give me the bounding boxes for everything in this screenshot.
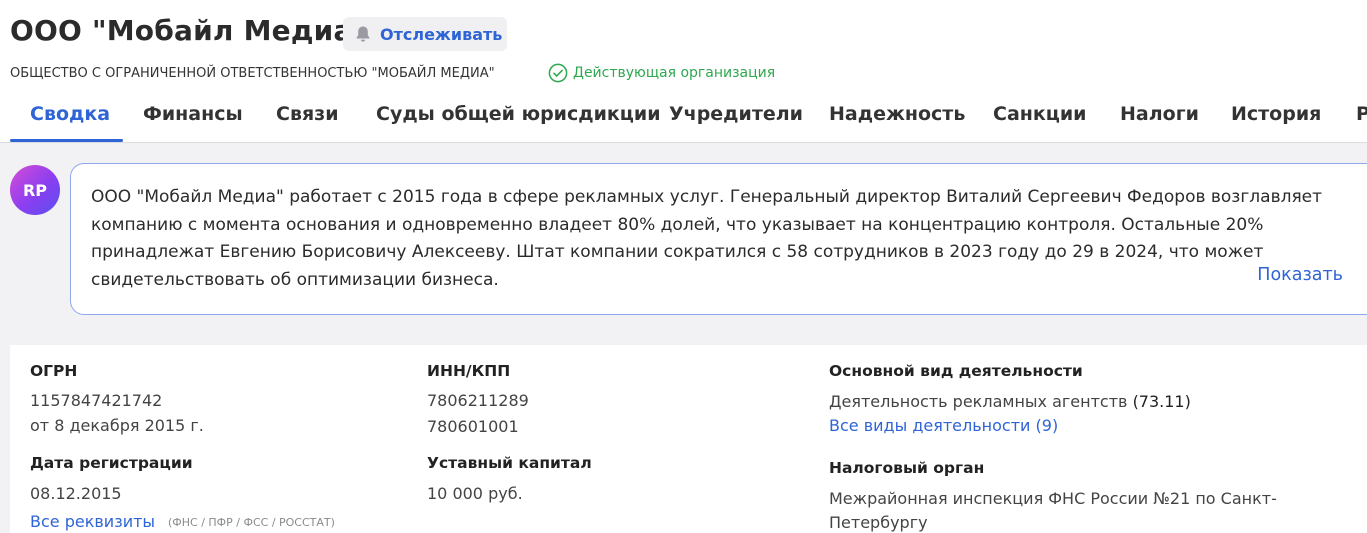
track-button[interactable]: Отслеживать bbox=[343, 17, 507, 51]
tab-founders[interactable]: Учредители bbox=[669, 103, 803, 125]
ogrn-date: от 8 декабря 2015 г. bbox=[30, 416, 204, 435]
track-label: Отслеживать bbox=[380, 24, 503, 44]
tab-sanctions[interactable]: Санкции bbox=[993, 103, 1087, 125]
check-circle-icon bbox=[548, 63, 568, 83]
show-more-link[interactable]: Показать bbox=[1257, 265, 1343, 285]
activity-value: Деятельность рекламных агентств bbox=[829, 392, 1128, 411]
ogrn-label: ОГРН bbox=[30, 362, 78, 380]
tax-authority-label: Налоговый орган bbox=[829, 459, 985, 477]
assistant-avatar: RP bbox=[10, 165, 60, 215]
inn-kpp-label: ИНН/КПП bbox=[427, 362, 511, 380]
capital-value: 10 000 руб. bbox=[427, 484, 523, 503]
tab-connections[interactable]: Связи bbox=[276, 103, 339, 125]
inn-value: 7806211289 bbox=[427, 391, 529, 410]
tax-authority-line1: Межрайонная инспекция ФНС России №21 по … bbox=[829, 489, 1277, 508]
active-tab-indicator bbox=[10, 139, 123, 142]
capital-label: Уставный капитал bbox=[427, 454, 592, 472]
activity-label: Основной вид деятельности bbox=[829, 362, 1083, 380]
all-activities-link[interactable]: Все виды деятельности (9) bbox=[829, 416, 1058, 435]
activity-row: Деятельность рекламных агентств (73.11) bbox=[829, 392, 1191, 411]
ogrn-value: 1157847421742 bbox=[30, 391, 163, 410]
tab-courts[interactable]: Суды общей юрисдикции bbox=[376, 103, 661, 125]
status-badge: Действующая организация bbox=[548, 63, 775, 83]
details-sources: (ФНС / ПФР / ФСС / РОССТАТ) bbox=[168, 516, 335, 529]
tab-reliability[interactable]: Надежность bbox=[829, 103, 965, 125]
tab-more[interactable]: Р bbox=[1356, 103, 1367, 125]
company-full-name: ОБЩЕСТВО С ОГРАНИЧЕННОЙ ОТВЕТСТВЕННОСТЬЮ… bbox=[10, 66, 495, 81]
status-label: Действующая организация bbox=[573, 65, 776, 81]
tab-summary[interactable]: Сводка bbox=[30, 103, 110, 125]
tab-finance[interactable]: Финансы bbox=[143, 103, 243, 125]
kpp-value: 780601001 bbox=[427, 417, 519, 436]
company-header: ООО "Мобайл Медиа" Отслеживать ОБЩЕСТВО … bbox=[0, 0, 1367, 143]
tab-history[interactable]: История bbox=[1231, 103, 1321, 125]
reg-date-value: 08.12.2015 bbox=[30, 484, 122, 503]
summary-text: ООО "Мобайл Медиа" работает с 2015 года … bbox=[91, 187, 1323, 290]
activity-code: (73.11) bbox=[1132, 392, 1191, 411]
bell-icon bbox=[354, 25, 372, 43]
ai-summary-card: ООО "Мобайл Медиа" работает с 2015 года … bbox=[70, 163, 1367, 315]
reg-date-label: Дата регистрации bbox=[30, 454, 193, 472]
company-title: ООО "Мобайл Медиа" bbox=[10, 14, 368, 47]
all-details-link[interactable]: Все реквизиты bbox=[30, 512, 155, 531]
tab-taxes[interactable]: Налоги bbox=[1120, 103, 1199, 125]
company-details-panel: ОГРН 1157847421742 от 8 декабря 2015 г. … bbox=[10, 345, 1367, 533]
tax-authority-line2: Петербургу bbox=[829, 513, 928, 532]
tab-bar: Сводка Финансы Связи Суды общей юрисдикц… bbox=[0, 92, 1367, 143]
